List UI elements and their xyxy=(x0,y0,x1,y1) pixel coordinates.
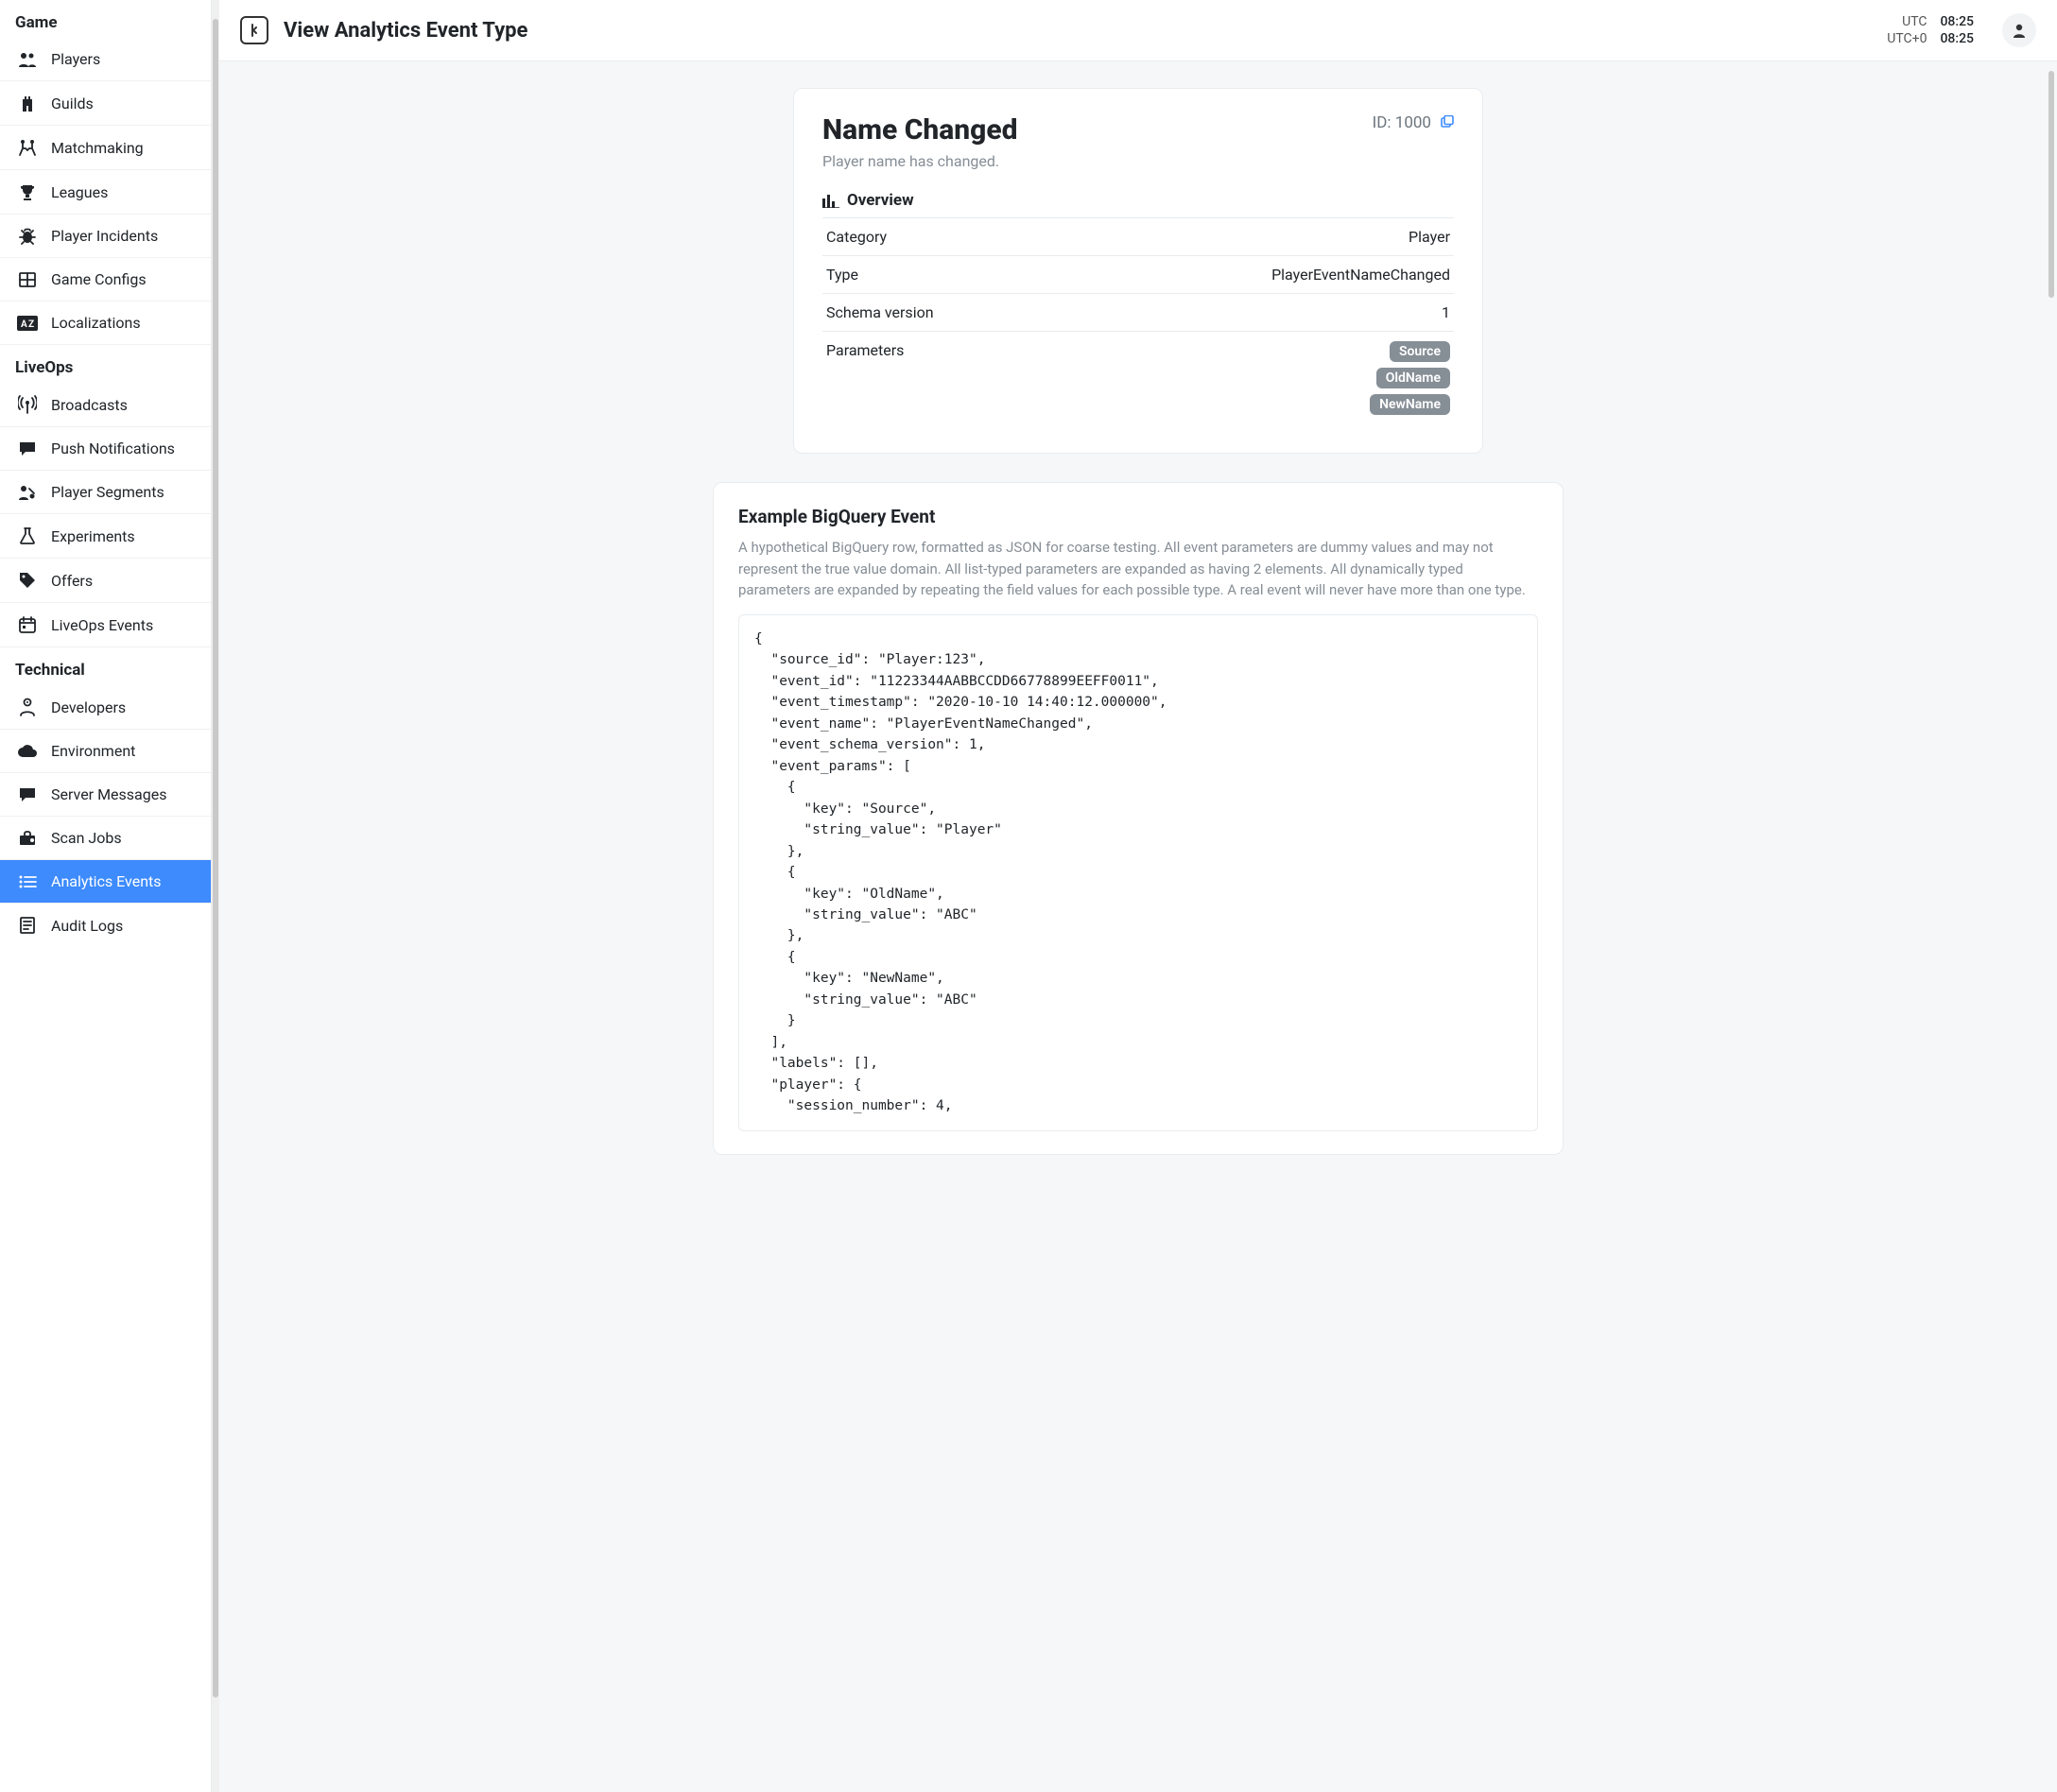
bars-icon xyxy=(822,193,839,208)
event-description: Player name has changed. xyxy=(822,152,1018,170)
user-avatar[interactable] xyxy=(2002,13,2036,47)
cloud-icon xyxy=(17,744,38,759)
segments-icon xyxy=(17,484,38,501)
grid-icon xyxy=(17,271,38,288)
sidebar-item-label: Game Configs xyxy=(51,270,147,288)
sidebar-item-player-incidents[interactable]: Player Incidents xyxy=(0,215,211,258)
overview-row-category: Category Player xyxy=(822,218,1454,256)
event-card: Name Changed Player name has changed. ID… xyxy=(793,88,1483,454)
param-badge: OldName xyxy=(1376,368,1450,388)
param-badge: NewName xyxy=(1370,394,1450,415)
sidebar-item-scan-jobs[interactable]: Scan Jobs xyxy=(0,817,211,860)
sidebar-item-label: Guilds xyxy=(51,95,94,112)
example-description: A hypothetical BigQuery row, formatted a… xyxy=(738,537,1538,601)
sidebar-scrollbar[interactable] xyxy=(212,0,219,1792)
content-scrollbar[interactable] xyxy=(2048,61,2055,1792)
sidebar-item-label: LiveOps Events xyxy=(51,616,153,634)
sidebar-item-localizations[interactable]: AZ Localizations xyxy=(0,302,211,345)
sidebar-section-title: Game xyxy=(0,0,211,38)
chat-icon xyxy=(17,440,38,457)
sidebar-item-label: Scan Jobs xyxy=(51,829,122,847)
content-area: Name Changed Player name has changed. ID… xyxy=(219,61,2057,1792)
svg-text:A: A xyxy=(21,319,27,330)
sidebar-item-label: Matchmaking xyxy=(51,139,144,157)
chat-icon xyxy=(17,786,38,803)
sidebar-item-label: Broadcasts xyxy=(51,396,128,414)
sidebar-item-label: Offers xyxy=(51,572,93,590)
copy-id-icon[interactable] xyxy=(1439,115,1454,130)
sidebar-item-label: Leagues xyxy=(51,183,108,201)
sidebar-item-guilds[interactable]: Guilds xyxy=(0,81,211,126)
sidebar-item-broadcasts[interactable]: Broadcasts xyxy=(0,383,211,427)
sidebar-item-label: Audit Logs xyxy=(51,917,123,935)
sidebar-item-label: Developers xyxy=(51,698,126,716)
collapse-sidebar-button[interactable] xyxy=(240,16,268,44)
example-code: { "source_id": "Player:123", "event_id":… xyxy=(754,629,1522,1117)
duel-icon xyxy=(17,138,38,157)
bug-icon xyxy=(17,228,38,245)
tag-icon xyxy=(17,571,38,590)
sidebar-item-liveops-events[interactable]: LiveOps Events xyxy=(0,603,211,647)
sidebar-item-analytics-events[interactable]: Analytics Events xyxy=(0,860,211,904)
sidebar-item-label: Server Messages xyxy=(51,785,166,803)
example-title: Example BigQuery Event xyxy=(738,506,1538,527)
sidebar-item-game-configs[interactable]: Game Configs xyxy=(0,258,211,302)
sidebar-item-leagues[interactable]: Leagues xyxy=(0,170,211,215)
sidebar-item-label: Analytics Events xyxy=(51,872,162,890)
overview-row-parameters: Parameters SourceOldNameNewName xyxy=(822,332,1454,424)
list-icon xyxy=(17,874,38,889)
user-icon xyxy=(2011,22,2028,39)
sidebar-item-player-segments[interactable]: Player Segments xyxy=(0,471,211,514)
event-id-label: ID: 1000 xyxy=(1373,113,1431,132)
sidebar: Game Players Guilds Matchmaking Leagues Playe… xyxy=(0,0,212,1792)
sidebar-section-title: Technical xyxy=(0,647,211,685)
antenna-icon xyxy=(17,395,38,414)
param-badge: Source xyxy=(1390,341,1450,362)
tz1-time: 08:25 xyxy=(1940,13,1974,30)
example-code-box: { "source_id": "Player:123", "event_id":… xyxy=(738,614,1538,1131)
sidebar-item-label: Environment xyxy=(51,742,135,760)
event-title: Name Changed xyxy=(822,113,1018,146)
flask-icon xyxy=(17,526,38,545)
topbar: View Analytics Event Type UTC 08:25 UTC+0… xyxy=(219,0,2057,61)
page-title: View Analytics Event Type xyxy=(284,19,1872,43)
castle-icon xyxy=(17,94,38,112)
toolbox-icon xyxy=(17,830,38,847)
overview-heading: Overview xyxy=(822,191,1454,218)
trophy-icon xyxy=(17,182,38,201)
sidebar-item-players[interactable]: Players xyxy=(0,38,211,81)
sidebar-item-matchmaking[interactable]: Matchmaking xyxy=(0,126,211,170)
tz2-time: 08:25 xyxy=(1940,30,1974,47)
person-icon xyxy=(17,698,38,716)
timezone-display: UTC 08:25 UTC+0 08:25 xyxy=(1887,13,1974,47)
sidebar-item-label: Experiments xyxy=(51,527,135,545)
sidebar-item-label: Players xyxy=(51,50,100,68)
sidebar-item-label: Localizations xyxy=(51,314,141,332)
log-icon xyxy=(17,916,38,935)
sidebar-item-label: Push Notifications xyxy=(51,439,175,457)
svg-text:Z: Z xyxy=(28,319,34,330)
sidebar-item-offers[interactable]: Offers xyxy=(0,559,211,603)
sidebar-section-title: LiveOps xyxy=(0,345,211,383)
sidebar-item-push-notifications[interactable]: Push Notifications xyxy=(0,427,211,471)
people-icon xyxy=(17,51,38,68)
sidebar-item-developers[interactable]: Developers xyxy=(0,685,211,730)
sidebar-item-server-messages[interactable]: Server Messages xyxy=(0,773,211,817)
tz2-label: UTC+0 xyxy=(1887,30,1927,47)
sidebar-item-label: Player Incidents xyxy=(51,227,158,245)
sidebar-item-audit-logs[interactable]: Audit Logs xyxy=(0,904,211,947)
az-icon: AZ xyxy=(17,316,38,331)
overview-row-schema: Schema version 1 xyxy=(822,294,1454,332)
example-card: Example BigQuery Event A hypothetical Bi… xyxy=(713,482,1564,1154)
sidebar-item-experiments[interactable]: Experiments xyxy=(0,514,211,559)
sidebar-item-label: Player Segments xyxy=(51,483,164,501)
sidebar-item-environment[interactable]: Environment xyxy=(0,730,211,773)
tz1-label: UTC xyxy=(1902,13,1927,30)
calendar-icon xyxy=(17,615,38,634)
overview-row-type: Type PlayerEventNameChanged xyxy=(822,256,1454,294)
